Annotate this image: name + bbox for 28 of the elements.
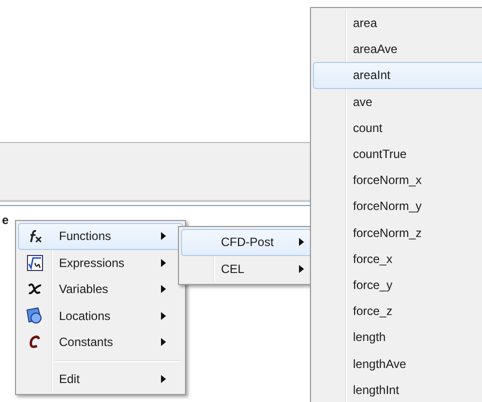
expression-icon — [27, 254, 43, 271]
menu-item[interactable]: areaInt — [313, 62, 482, 89]
menu-item[interactable]: area — [313, 10, 482, 36]
menu-item[interactable]: force_y — [313, 272, 482, 298]
field-label: e — [2, 213, 9, 227]
menu-item[interactable]: countTrue — [313, 140, 482, 168]
menu-item[interactable]: length — [313, 324, 482, 350]
menu-item[interactable]: lengthInt — [313, 376, 482, 402]
menu-item[interactable]: Variables — [18, 276, 183, 302]
menu-item[interactable]: Locations — [18, 302, 183, 329]
menu-item[interactable]: forceNorm_x — [313, 167, 482, 194]
menu-item[interactable]: force_x — [313, 246, 482, 272]
menu-item[interactable]: force_z — [313, 298, 482, 324]
variable-icon — [27, 282, 43, 296]
location-icon — [26, 306, 44, 325]
menu-item[interactable]: forceNorm_y — [313, 193, 482, 220]
menu-item[interactable]: forceNorm_z — [313, 220, 482, 246]
menu-item[interactable]: Constants — [18, 329, 183, 356]
function-icon — [27, 229, 43, 244]
menu-item[interactable]: Edit — [18, 366, 183, 392]
menu-item[interactable]: Functions — [18, 223, 183, 250]
menu-item[interactable]: areaAve — [313, 36, 482, 62]
menu-item[interactable]: count — [313, 114, 482, 141]
constant-icon — [29, 335, 41, 350]
menu-item[interactable]: CEL — [181, 256, 315, 282]
menu-item[interactable]: ave — [313, 88, 482, 115]
menu-item[interactable]: lengthAve — [313, 350, 482, 377]
menu-item[interactable]: Expressions — [18, 250, 183, 276]
